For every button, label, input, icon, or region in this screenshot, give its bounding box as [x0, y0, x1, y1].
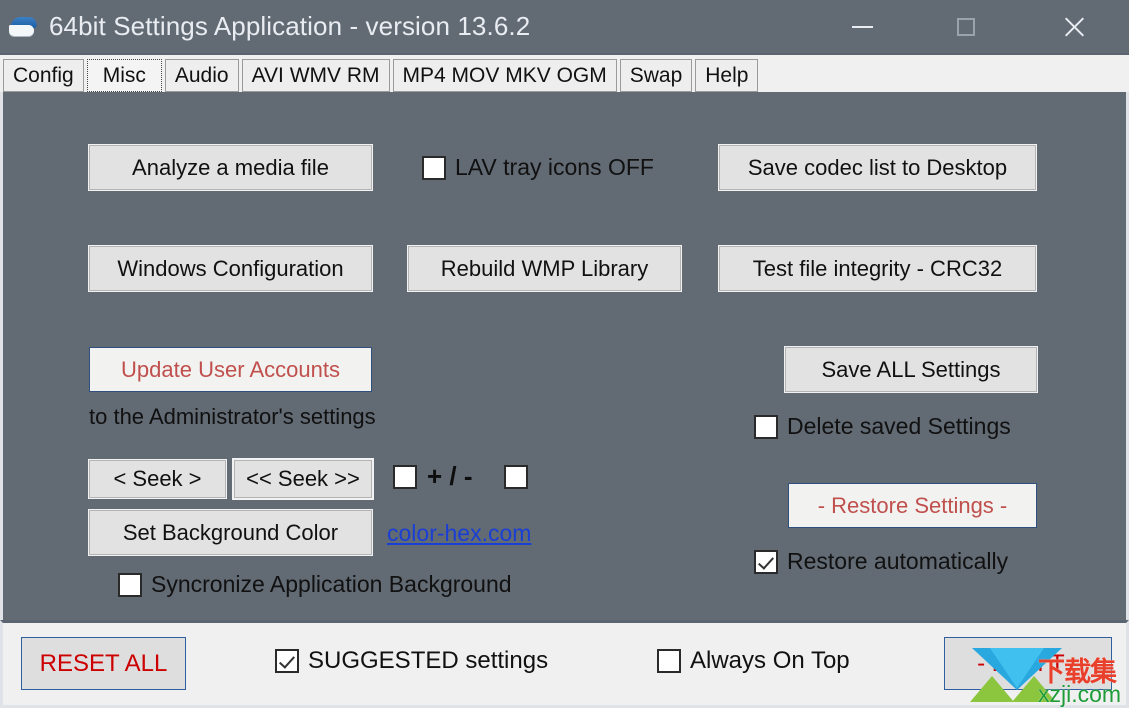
checkbox-label: LAV tray icons OFF	[455, 154, 654, 180]
lav-tray-icons-checkbox[interactable]: LAV tray icons OFF	[422, 154, 654, 181]
maximize-button[interactable]	[943, 0, 989, 53]
checkbox-box[interactable]	[657, 649, 681, 673]
button-label: Analyze a media file	[132, 154, 329, 180]
tab-mp4-mov-mkv-ogm[interactable]: MP4 MOV MKV OGM	[392, 59, 617, 92]
suggested-settings-checkbox[interactable]: SUGGESTED settings	[275, 647, 548, 675]
tab-swap[interactable]: Swap	[619, 59, 693, 92]
checkbox-label: SUGGESTED settings	[308, 647, 549, 674]
tab-label: Help	[705, 63, 749, 87]
checkbox-box[interactable]	[754, 549, 778, 574]
misc-panel: Analyze a media file LAV tray icons OFF …	[0, 92, 1129, 620]
minimize-button[interactable]	[839, 0, 885, 53]
tab-label: Misc	[102, 63, 146, 87]
button-label: Rebuild WMP Library	[440, 255, 649, 281]
tab-audio[interactable]: Audio	[164, 59, 239, 92]
close-icon	[1063, 16, 1085, 38]
button-label: << Seek >>	[246, 466, 360, 491]
save-all-settings-button[interactable]: Save ALL Settings	[785, 347, 1037, 392]
update-user-accounts-button[interactable]: Update User Accounts	[89, 347, 372, 392]
restore-settings-button[interactable]: - Restore Settings -	[788, 483, 1037, 528]
button-label: < Seek >	[113, 466, 202, 491]
button-label: - Restore Settings -	[817, 492, 1008, 518]
seek-single-button[interactable]: < Seek >	[89, 460, 226, 498]
exit-button[interactable]: - E X I T -	[944, 637, 1112, 690]
checkbox-label: Restore automatically	[787, 548, 1009, 574]
color-hex-link[interactable]: color-hex.com	[387, 520, 531, 547]
checkbox-box[interactable]	[118, 572, 142, 597]
checkbox-box[interactable]	[754, 414, 778, 439]
delete-saved-settings-checkbox[interactable]: Delete saved Settings	[754, 413, 1011, 440]
tab-misc[interactable]: Misc	[86, 59, 162, 92]
tab-label: Swap	[629, 63, 683, 87]
checkbox-box[interactable]	[504, 465, 528, 489]
tab-bar: Config Misc Audio AVI WMV RM MP4 MOV MKV…	[0, 53, 1129, 92]
title-bar: 64bit Settings Application - version 13.…	[0, 0, 1129, 53]
maximize-icon	[957, 17, 975, 36]
button-label: Test file integrity - CRC32	[752, 255, 1003, 281]
tab-label: Audio	[174, 63, 229, 87]
tab-help[interactable]: Help	[695, 59, 759, 92]
button-label: Windows Configuration	[117, 255, 344, 281]
tab-label: MP4 MOV MKV OGM	[402, 63, 607, 87]
rebuild-wmp-library-button[interactable]: Rebuild WMP Library	[408, 246, 681, 291]
set-background-color-button[interactable]: Set Background Color	[89, 510, 372, 555]
save-codec-list-button[interactable]: Save codec list to Desktop	[719, 145, 1036, 190]
update-accounts-note: to the Administrator's settings	[89, 404, 376, 429]
button-label: Save codec list to Desktop	[747, 154, 1008, 180]
button-label: RESET ALL	[39, 649, 168, 677]
application-window: 64bit Settings Application - version 13.…	[0, 0, 1129, 708]
button-label: - E X I T -	[977, 649, 1079, 677]
reset-all-button[interactable]: RESET ALL	[21, 637, 186, 690]
minus-checkbox[interactable]	[504, 465, 528, 489]
bottom-status-bar: RESET ALL SUGGESTED settings Always On T…	[0, 620, 1129, 708]
checkbox-box[interactable]	[422, 155, 446, 180]
tab-config[interactable]: Config	[3, 59, 84, 92]
test-file-integrity-button[interactable]: Test file integrity - CRC32	[719, 246, 1036, 291]
checkbox-label: Always On Top	[690, 647, 850, 674]
button-label: Update User Accounts	[121, 356, 340, 382]
seek-double-button[interactable]: << Seek >>	[234, 460, 372, 498]
tab-label: AVI WMV RM	[251, 63, 380, 87]
app-cap-icon	[9, 14, 39, 40]
checkbox-label: Syncronize Application Background	[151, 571, 512, 597]
window-title: 64bit Settings Application - version 13.…	[49, 11, 531, 41]
close-button[interactable]	[1051, 0, 1097, 53]
always-on-top-checkbox[interactable]: Always On Top	[657, 647, 850, 675]
button-label: Save ALL Settings	[821, 356, 1001, 382]
windows-configuration-button[interactable]: Windows Configuration	[89, 246, 372, 291]
syncronize-background-checkbox[interactable]: Syncronize Application Background	[118, 571, 512, 598]
checkbox-box[interactable]	[393, 465, 417, 489]
plus-minus-label: + / -	[427, 461, 473, 491]
button-label: Set Background Color	[122, 519, 339, 545]
checkbox-label: Delete saved Settings	[787, 413, 1011, 439]
checkbox-box[interactable]	[275, 649, 299, 673]
analyze-media-file-button[interactable]: Analyze a media file	[89, 145, 372, 190]
tab-label: Config	[13, 63, 74, 87]
restore-automatically-checkbox[interactable]: Restore automatically	[754, 548, 1008, 575]
tab-avi-wmv-rm[interactable]: AVI WMV RM	[241, 59, 390, 92]
minimize-icon	[851, 25, 873, 28]
plus-checkbox[interactable]	[393, 465, 417, 489]
